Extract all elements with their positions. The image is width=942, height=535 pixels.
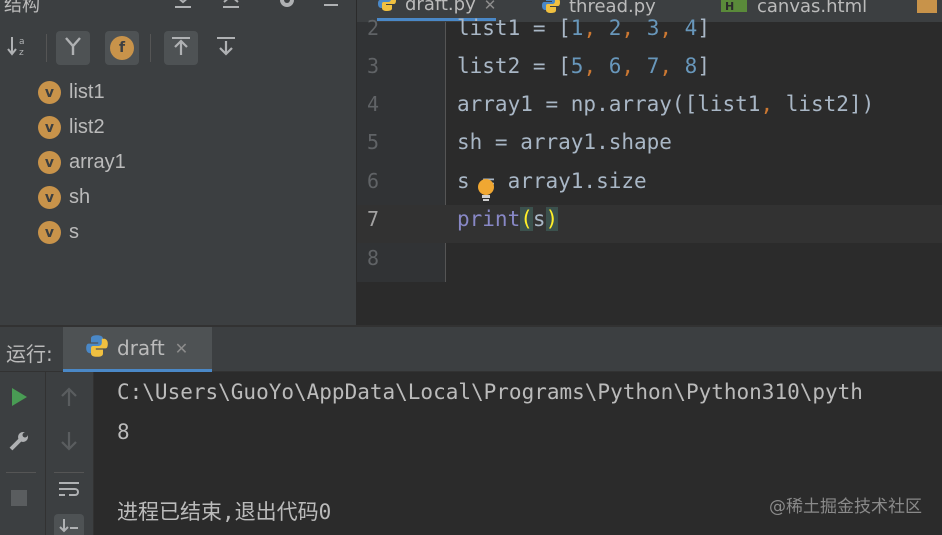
run-tool-window-header: 运行: draft ✕ xyxy=(0,327,942,372)
code-line[interactable]: 2 list1 = [1, 2, 3, 4] xyxy=(357,14,942,52)
collapse-all-icon[interactable] xyxy=(220,0,240,12)
collapse-button[interactable] xyxy=(209,31,243,65)
tree-item-array1[interactable]: v array1 xyxy=(38,145,126,180)
expand-all-icon[interactable] xyxy=(172,0,192,12)
structure-title: 结构 xyxy=(4,0,40,16)
wrench-icon xyxy=(8,430,30,456)
function-badge-icon: f xyxy=(110,36,134,60)
tree-item-sh[interactable]: v sh xyxy=(38,180,90,215)
expand-button[interactable] xyxy=(164,31,198,65)
variable-icon: v xyxy=(38,116,61,139)
console-actions-toolbar xyxy=(46,372,94,535)
line-number: 3 xyxy=(366,54,379,78)
tree-item-label: list1 xyxy=(69,81,105,103)
code-content: list2 = [5, 6, 7, 8] xyxy=(457,54,710,78)
variable-icon: v xyxy=(38,81,61,104)
stop-icon xyxy=(10,489,28,511)
svg-text:z: z xyxy=(19,48,24,58)
stop-button[interactable] xyxy=(4,485,34,515)
show-fields-button[interactable] xyxy=(56,31,90,65)
toolbar-separator xyxy=(150,34,151,62)
console-command-line: C:\Users\GuoYo\AppData\Local\Programs\Py… xyxy=(117,380,863,404)
code-editor[interactable]: 2 list1 = [1, 2, 3, 4] 3 list2 = [5, 6, … xyxy=(357,16,942,325)
code-content: sh = array1.shape xyxy=(457,130,672,154)
arrow-down-icon xyxy=(59,430,79,456)
console-exit-message: 进程已结束,退出代码0 xyxy=(117,500,332,524)
line-number: 8 xyxy=(366,246,379,270)
structure-toolbar: a z f xyxy=(0,28,356,70)
tab-label: draft.py xyxy=(405,0,476,15)
structure-header: 结构 xyxy=(0,0,356,18)
lightbulb-icon[interactable] xyxy=(475,177,497,203)
collapse-all-icon xyxy=(214,34,238,62)
toolbar-separator xyxy=(6,472,36,473)
variable-icon: v xyxy=(38,221,61,244)
tree-item-label: list2 xyxy=(69,116,105,138)
scroll-down-button[interactable] xyxy=(54,428,84,458)
tree-item-list1[interactable]: v list1 xyxy=(38,75,105,110)
variable-icon: v xyxy=(38,151,61,174)
settings-button[interactable] xyxy=(4,428,34,458)
expand-all-icon xyxy=(169,34,193,62)
rerun-button[interactable] xyxy=(4,384,34,414)
line-number: 2 xyxy=(366,16,379,40)
variable-icon: v xyxy=(38,186,61,209)
code-line[interactable]: 4 array1 = np.array([list1, list2]) xyxy=(357,90,942,128)
code-content: list1 = [1, 2, 3, 4] xyxy=(457,16,710,40)
code-line[interactable]: 3 list2 = [5, 6, 7, 8] xyxy=(357,52,942,90)
sort-alphabetically-button[interactable]: a z xyxy=(2,31,36,65)
line-number: 7 xyxy=(366,207,379,231)
close-icon[interactable]: ✕ xyxy=(484,0,497,14)
structure-panel: 结构 a z f v list1 v list2 v array1 v sh v… xyxy=(0,0,356,325)
scroll-up-button[interactable] xyxy=(54,384,84,414)
console-output-line: 8 xyxy=(117,420,130,444)
soft-wrap-icon xyxy=(57,478,81,504)
line-number: 4 xyxy=(366,92,379,116)
run-tab-draft[interactable]: draft ✕ xyxy=(63,327,212,372)
code-content: array1 = np.array([list1, list2]) xyxy=(457,92,875,116)
run-tab-label: draft xyxy=(117,336,165,360)
code-line[interactable]: 6 s = array1.size xyxy=(357,167,942,205)
line-number: 6 xyxy=(366,169,379,193)
python-icon xyxy=(85,334,109,362)
close-icon[interactable]: ✕ xyxy=(175,339,188,358)
arrow-up-icon xyxy=(59,386,79,412)
watermark: @稀土掘金技术社区 xyxy=(769,497,922,517)
run-actions-toolbar xyxy=(0,372,46,535)
run-label: 运行: xyxy=(6,342,53,366)
hide-panel-icon[interactable] xyxy=(320,0,340,12)
console-output[interactable]: C:\Users\GuoYo\AppData\Local\Programs\Py… xyxy=(95,372,942,535)
scroll-to-end-icon xyxy=(58,517,80,535)
code-line[interactable]: 5 sh = array1.shape xyxy=(357,128,942,166)
settings-gear-icon[interactable] xyxy=(276,0,296,12)
tree-item-label: sh xyxy=(69,186,91,208)
sort-alphabetically-icon: a z xyxy=(6,33,32,63)
svg-text:a: a xyxy=(19,37,25,47)
line-number: 5 xyxy=(366,130,379,154)
code-line[interactable]: 8 xyxy=(357,244,942,282)
code-content: print(s) xyxy=(457,207,559,231)
soft-wrap-button[interactable] xyxy=(54,476,84,506)
tree-item-label: array1 xyxy=(69,151,126,173)
toolbar-separator xyxy=(54,472,84,473)
play-icon xyxy=(9,386,29,412)
show-functions-button[interactable]: f xyxy=(105,31,139,65)
svg-text:H: H xyxy=(725,0,734,12)
show-fields-icon xyxy=(61,34,85,62)
scroll-to-end-button[interactable] xyxy=(54,514,84,535)
toolbar-separator xyxy=(46,34,47,62)
editor-empty-area[interactable] xyxy=(357,282,942,325)
code-line-current[interactable]: 7 print(s) xyxy=(357,205,942,243)
tree-item-label: s xyxy=(69,221,79,243)
tree-item-list2[interactable]: v list2 xyxy=(38,110,105,145)
tree-item-s[interactable]: v s xyxy=(38,215,79,250)
